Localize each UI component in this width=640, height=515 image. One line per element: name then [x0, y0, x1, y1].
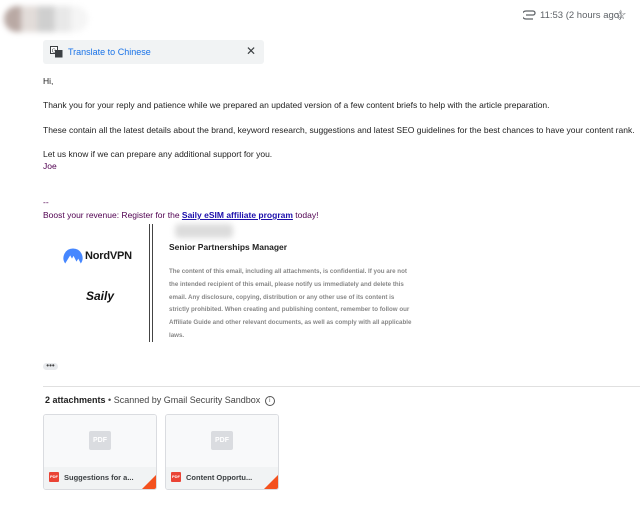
attachment-card[interactable]: PDF PDF Content Opportu...	[165, 414, 279, 490]
close-icon[interactable]: ✕	[246, 44, 256, 58]
confidentiality-disclaimer: The content of this email, including all…	[169, 266, 439, 343]
attachment-preview: PDF	[44, 415, 156, 467]
translate-icon: G	[50, 46, 63, 58]
attachments-divider	[43, 386, 640, 387]
attachments-header: 2 attachments • Scanned by Gmail Securit…	[45, 395, 275, 406]
pdf-icon: PDF	[49, 472, 59, 482]
page-fold-icon	[142, 475, 156, 489]
disclaimer-line: the intended recipient of this email, pl…	[169, 280, 404, 288]
signature-divider	[149, 224, 150, 342]
attachment-footer: PDF Content Opportu...	[166, 467, 278, 489]
signoff: Joe	[43, 161, 57, 171]
page-fold-icon	[264, 475, 278, 489]
disclaimer-line: Affiliate Guide and other relevant docum…	[169, 319, 412, 327]
promo-suffix: today!	[292, 210, 319, 220]
pdf-icon: PDF	[171, 472, 181, 482]
pdf-preview-icon: PDF	[89, 431, 111, 450]
show-trimmed-content-button[interactable]: •••	[43, 362, 58, 370]
promo-line: Boost your revenue: Register for the Sai…	[43, 210, 318, 220]
promo-prefix: Boost your revenue: Register for the	[43, 210, 182, 220]
star-icon[interactable]: ☆	[615, 8, 627, 22]
signature-separator: --	[43, 197, 49, 207]
disclaimer-line: The content of this email, including all…	[169, 268, 407, 275]
signature-divider	[152, 224, 153, 342]
greeting: Hi,	[43, 76, 54, 86]
scan-status: • Scanned by Gmail Security Sandbox	[108, 395, 261, 405]
translate-link[interactable]: Translate to Chinese	[68, 47, 151, 57]
signer-title: Senior Partnerships Manager	[169, 242, 288, 252]
signer-name-redacted	[175, 224, 233, 238]
affiliate-program-link[interactable]: Saily eSIM affiliate program	[182, 210, 293, 220]
info-icon[interactable]: i	[264, 395, 275, 406]
disclaimer-line: strictly prohibited. When creating and p…	[169, 306, 410, 314]
svg-text:G: G	[52, 48, 56, 54]
attachment-icon	[523, 10, 536, 20]
nordvpn-logo-text: NordVPN	[85, 250, 132, 262]
attachment-footer: PDF Suggestions for a...	[44, 467, 156, 489]
saily-logo: Saily	[86, 289, 115, 303]
body-paragraph-2: These contain all the latest details abo…	[43, 125, 635, 135]
attachments-count: 2 attachments	[45, 395, 106, 405]
attachment-name: Suggestions for a...	[64, 473, 134, 482]
email-timestamp: 11:53 (2 hours ago)	[540, 10, 623, 21]
disclaimer-line: email. Any disclosure, copying, distribu…	[169, 293, 395, 301]
body-paragraph-1: Thank you for your reply and patience wh…	[43, 100, 550, 110]
disclaimer-line: laws.	[169, 331, 185, 339]
attachment-preview: PDF	[166, 415, 278, 467]
body-paragraph-3: Let us know if we can prepare any additi…	[43, 149, 273, 159]
sender-avatar-and-name-redacted[interactable]	[4, 6, 88, 32]
pdf-preview-icon: PDF	[211, 431, 233, 450]
nordvpn-logo-icon	[63, 248, 83, 264]
attachment-card[interactable]: PDF PDF Suggestions for a...	[43, 414, 157, 490]
attachment-name: Content Opportu...	[186, 473, 253, 482]
